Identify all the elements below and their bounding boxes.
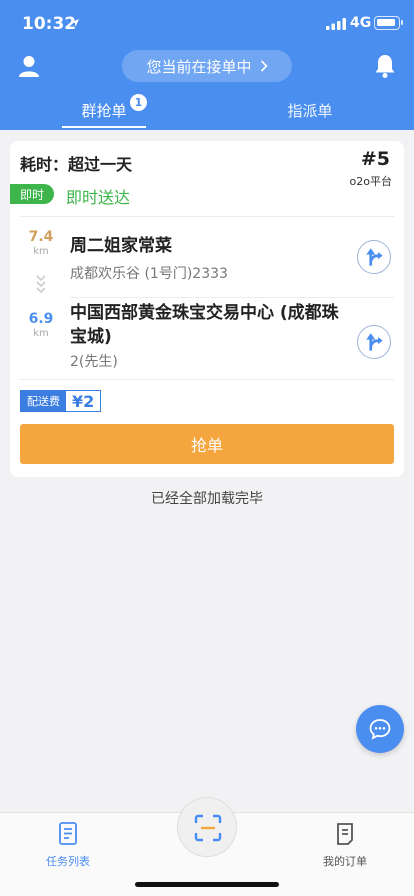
delivery-type: 即时送达 bbox=[66, 188, 131, 207]
task-list-icon bbox=[59, 822, 77, 845]
bell-icon[interactable] bbox=[373, 53, 397, 79]
signal-icon bbox=[326, 18, 346, 30]
scan-button[interactable] bbox=[177, 797, 237, 857]
route-dots-icon bbox=[36, 275, 46, 294]
order-status-text: 您当前在接单中 bbox=[146, 57, 252, 76]
tab-badge: 1 bbox=[130, 94, 147, 111]
battery-icon bbox=[374, 16, 403, 30]
tab-assigned[interactable]: 指派单 bbox=[268, 90, 352, 130]
scan-icon bbox=[194, 814, 222, 842]
fee-label: 配送费 bbox=[21, 391, 66, 411]
status-bar: 10:32 4G bbox=[0, 0, 414, 46]
divider bbox=[20, 216, 394, 217]
location-arrow-icon bbox=[71, 19, 79, 27]
chat-button[interactable] bbox=[356, 705, 404, 753]
status-time: 10:32 bbox=[22, 14, 77, 34]
chat-icon bbox=[369, 719, 391, 740]
pickup-address: 成都欢乐谷 (1号门)2333 bbox=[70, 266, 228, 282]
chevron-right-icon bbox=[260, 60, 268, 72]
order-platform: o2o平台 bbox=[349, 175, 392, 188]
navigation-icon bbox=[366, 333, 383, 351]
divider bbox=[20, 379, 394, 380]
tab-bar: 群抢单 1 指派单 bbox=[0, 90, 414, 130]
dropoff-navigate-button[interactable] bbox=[357, 325, 391, 359]
user-icon[interactable] bbox=[17, 54, 41, 78]
nav-my-orders[interactable]: 我的订单 bbox=[305, 821, 385, 869]
nav-my-orders-label: 我的订单 bbox=[323, 855, 367, 868]
fee-value: ¥2 bbox=[72, 391, 95, 411]
divider bbox=[70, 297, 394, 298]
pickup-name: 周二姐家常菜 bbox=[70, 236, 172, 256]
active-tab-indicator bbox=[62, 126, 146, 128]
nav-task-list[interactable]: 任务列表 bbox=[28, 821, 108, 869]
order-card[interactable]: 耗时：超过一天 #5 o2o平台 即时 即时送达 7.4 km 周二姐家常菜 成… bbox=[10, 141, 404, 477]
dropoff-name: 中国西部黄金珠宝交易中心 (成都珠宝城) bbox=[70, 303, 339, 347]
navigation-icon bbox=[366, 248, 383, 266]
dropoff-distance: 6.9 km bbox=[28, 311, 54, 339]
elapsed-time: 耗时：超过一天 bbox=[20, 155, 133, 174]
network-type: 4G bbox=[350, 15, 372, 31]
nav-task-list-label: 任务列表 bbox=[46, 855, 90, 868]
pickup-distance: 7.4 km bbox=[28, 229, 54, 257]
pickup-navigate-button[interactable] bbox=[357, 240, 391, 274]
dropoff-address: 2(先生) bbox=[70, 354, 118, 370]
grab-order-button[interactable]: 抢单 bbox=[20, 424, 394, 464]
home-indicator bbox=[135, 882, 279, 887]
header-bar: 10:32 4G 您当前在接单中 群抢单 1 指派单 bbox=[0, 0, 414, 130]
my-orders-icon bbox=[337, 823, 353, 845]
order-status-pill[interactable]: 您当前在接单中 bbox=[122, 50, 292, 82]
delivery-fee: 配送费 ¥2 bbox=[20, 390, 102, 412]
instant-tag: 即时 bbox=[10, 184, 54, 204]
list-end-text: 已经全部加载完毕 bbox=[151, 491, 263, 507]
order-number: #5 bbox=[360, 148, 390, 170]
